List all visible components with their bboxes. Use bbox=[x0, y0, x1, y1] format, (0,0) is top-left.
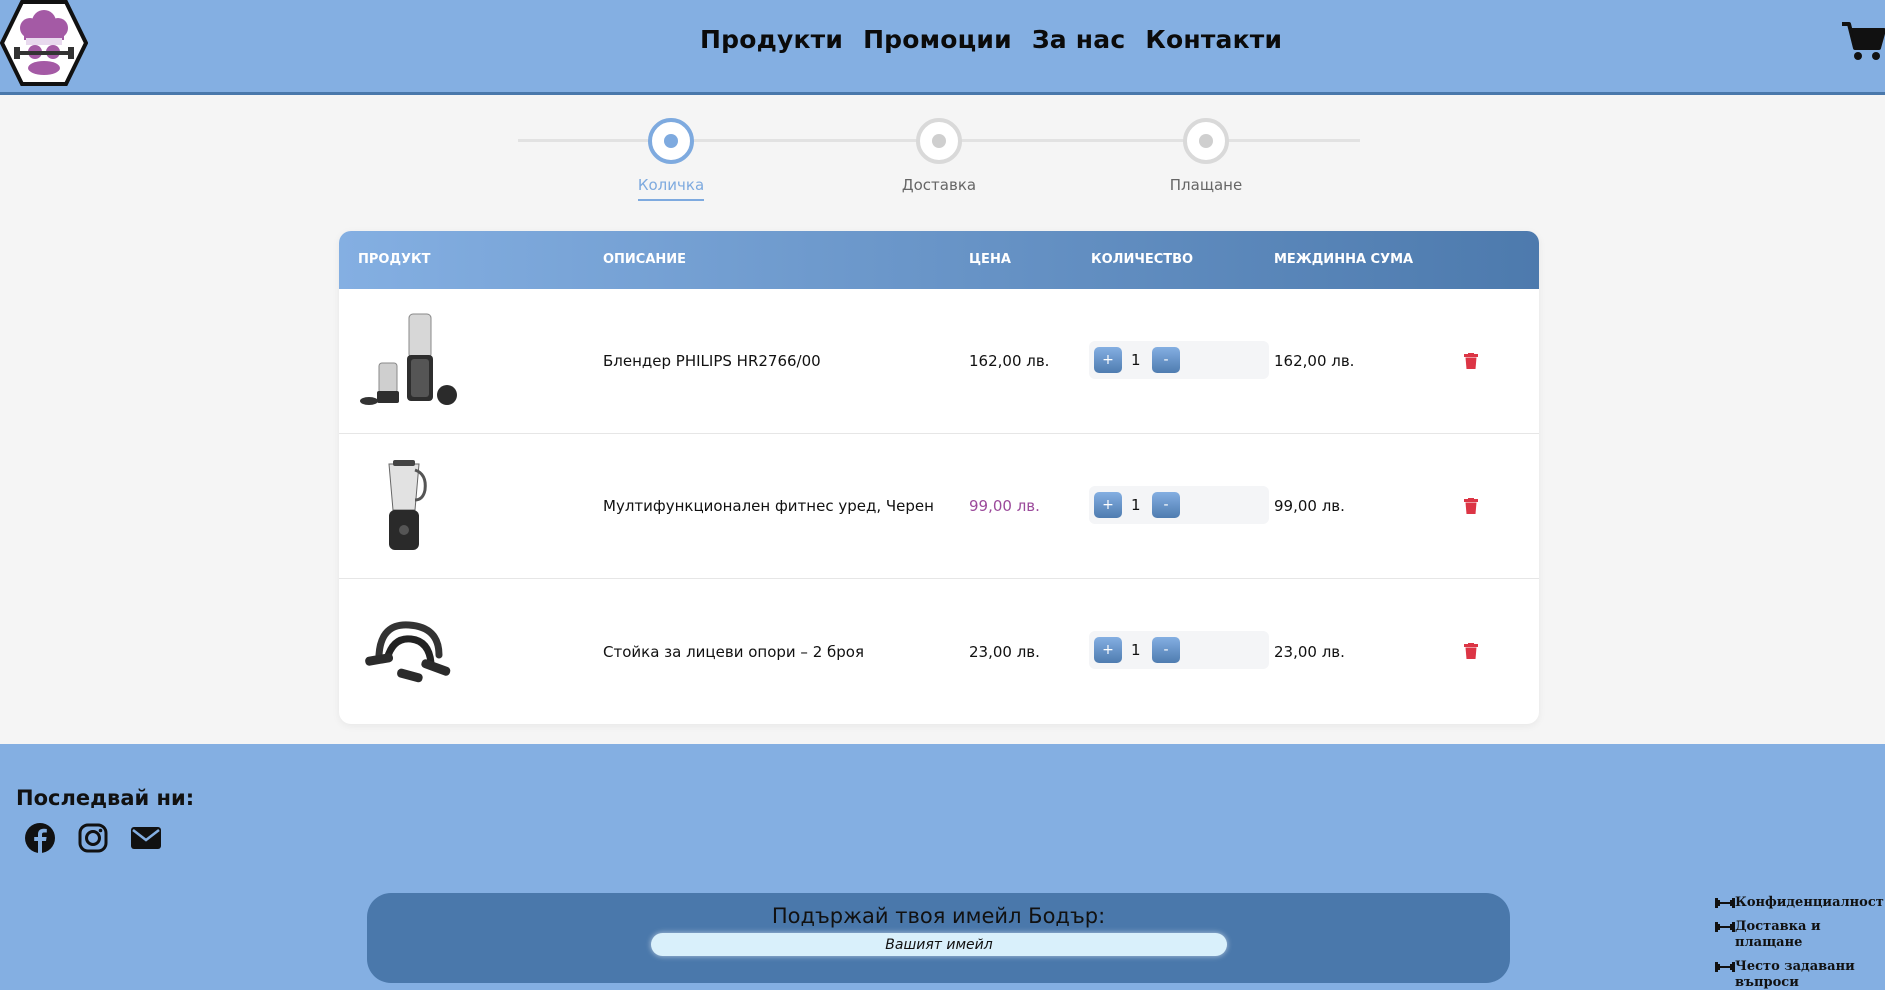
table-row: Стойка за лицеви опори – 2 броя 23,00 лв… bbox=[339, 579, 1539, 724]
checkout-steps: Количка Доставка Плащане bbox=[518, 118, 1360, 213]
quantity-stepper: + 1 - bbox=[1089, 486, 1269, 524]
main-nav: Продукти Промоции За нас Контакти bbox=[700, 25, 1282, 54]
email-field[interactable] bbox=[651, 933, 1227, 956]
header-quantity: КОЛИЧЕСТВО bbox=[1091, 252, 1194, 267]
increase-button[interactable]: + bbox=[1094, 637, 1122, 663]
dumbbell-icon bbox=[1715, 962, 1735, 972]
increase-button[interactable]: + bbox=[1094, 347, 1122, 373]
facebook-icon[interactable] bbox=[24, 822, 56, 854]
header: Продукти Промоции За нас Контакти bbox=[0, 0, 1885, 95]
quantity-stepper: + 1 - bbox=[1089, 341, 1269, 379]
cart-table: ПРОДУКТ ОПИСАНИЕ ЦЕНА КОЛИЧЕСТВО МЕЖДИНН… bbox=[339, 231, 1539, 724]
footer: Последвай ни: Подържай твоя имейл Бодър:… bbox=[0, 744, 1885, 990]
decrease-button[interactable]: - bbox=[1152, 637, 1180, 663]
newsletter-title: Подържай твоя имейл Бодър: bbox=[771, 904, 1106, 928]
instagram-icon[interactable] bbox=[77, 822, 109, 854]
link-label: Доставка и плащане bbox=[1735, 919, 1821, 950]
header-description: ОПИСАНИЕ bbox=[603, 252, 687, 267]
step-circle bbox=[648, 118, 694, 164]
product-price: 99,00 лв. bbox=[969, 497, 1040, 515]
follow-title: Последвай ни: bbox=[16, 786, 195, 810]
increase-button[interactable]: + bbox=[1094, 492, 1122, 518]
product-image-blender[interactable] bbox=[359, 309, 459, 413]
email-icon[interactable] bbox=[130, 822, 162, 854]
step-label: Количка bbox=[637, 176, 705, 201]
header-subtotal: МЕЖДИННА СУМА bbox=[1274, 252, 1414, 267]
product-image-fitness-device[interactable] bbox=[359, 454, 459, 558]
step-cart[interactable]: Количка bbox=[591, 118, 751, 201]
quantity-value: 1 bbox=[1131, 496, 1141, 514]
link-label: Често задавани въпроси bbox=[1735, 959, 1855, 990]
trash-icon[interactable] bbox=[1464, 353, 1478, 369]
table-row: Блендер PHILIPS HR2766/00 162,00 лв. + 1… bbox=[339, 289, 1539, 434]
logo[interactable] bbox=[0, 0, 88, 86]
nav-promotions[interactable]: Промоции bbox=[863, 25, 1012, 54]
nav-contacts[interactable]: Контакти bbox=[1145, 25, 1282, 54]
product-price: 162,00 лв. bbox=[969, 352, 1050, 370]
step-label: Плащане bbox=[1169, 176, 1243, 194]
quantity-stepper: + 1 - bbox=[1089, 631, 1269, 669]
decrease-button[interactable]: - bbox=[1152, 347, 1180, 373]
product-subtotal: 162,00 лв. bbox=[1274, 352, 1355, 370]
step-delivery[interactable]: Доставка bbox=[859, 118, 1019, 199]
link-label: Конфиденциалност bbox=[1735, 895, 1884, 910]
product-image-pushup-stand[interactable] bbox=[359, 599, 459, 703]
link-delivery-payment[interactable]: Доставка и плащане bbox=[1715, 919, 1885, 951]
link-faq[interactable]: Често задавани въпроси bbox=[1715, 959, 1885, 990]
quantity-value: 1 bbox=[1131, 641, 1141, 659]
social-links bbox=[24, 822, 162, 854]
newsletter: Подържай твоя имейл Бодър: bbox=[367, 893, 1510, 983]
step-label: Доставка bbox=[901, 176, 977, 194]
trash-icon[interactable] bbox=[1464, 498, 1478, 514]
trash-icon[interactable] bbox=[1464, 643, 1478, 659]
step-circle bbox=[916, 118, 962, 164]
product-description[interactable]: Стойка за лицеви опори – 2 броя bbox=[603, 643, 864, 661]
product-subtotal: 23,00 лв. bbox=[1274, 642, 1345, 661]
link-privacy[interactable]: Конфиденциалност bbox=[1715, 895, 1885, 911]
quantity-value: 1 bbox=[1131, 351, 1141, 369]
header-price: ЦЕНА bbox=[969, 252, 1011, 267]
table-header: ПРОДУКТ ОПИСАНИЕ ЦЕНА КОЛИЧЕСТВО МЕЖДИНН… bbox=[339, 231, 1539, 289]
header-product: ПРОДУКТ bbox=[358, 252, 431, 267]
product-subtotal: 99,00 лв. bbox=[1274, 497, 1345, 515]
product-price: 23,00 лв. bbox=[969, 642, 1040, 661]
nav-products[interactable]: Продукти bbox=[700, 25, 843, 54]
cart-icon[interactable] bbox=[1841, 20, 1885, 62]
decrease-button[interactable]: - bbox=[1152, 492, 1180, 518]
footer-links: Конфиденциалност Доставка и плащане Чест… bbox=[1715, 895, 1885, 990]
step-circle bbox=[1183, 118, 1229, 164]
product-description[interactable]: Блендер PHILIPS HR2766/00 bbox=[603, 352, 821, 370]
dumbbell-icon bbox=[1715, 898, 1735, 908]
dumbbell-icon bbox=[1715, 922, 1735, 932]
product-description[interactable]: Мултифункционален фитнес уред, Черен bbox=[603, 497, 934, 515]
step-payment[interactable]: Плащане bbox=[1126, 118, 1286, 199]
table-row: Мултифункционален фитнес уред, Черен 99,… bbox=[339, 434, 1539, 579]
nav-about[interactable]: За нас bbox=[1032, 25, 1126, 54]
